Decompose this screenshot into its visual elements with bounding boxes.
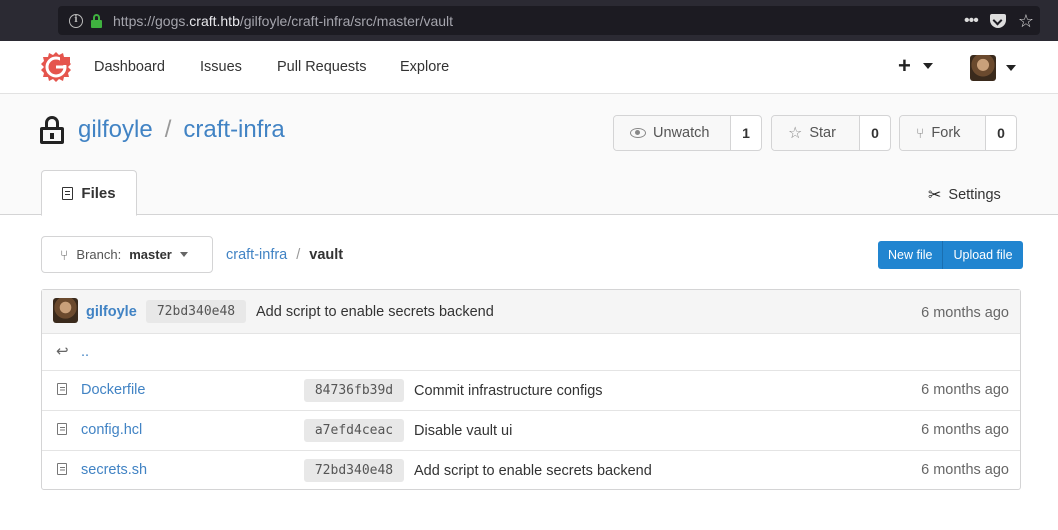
breadcrumb: craft-infra / vault xyxy=(226,247,343,263)
star-icon: ☆ xyxy=(788,125,803,142)
file-name-link[interactable]: secrets.sh xyxy=(81,462,147,478)
top-navbar: Dashboard Issues Pull Requests Explore + xyxy=(0,41,1058,94)
file-table: gilfoyle 72bd340e48 Add script to enable… xyxy=(41,289,1021,490)
page-actions-icon[interactable]: ••• xyxy=(964,12,979,30)
pocket-icon[interactable] xyxy=(989,13,1006,28)
branch-dropdown[interactable]: ⑂ Branch: master xyxy=(41,236,213,273)
tab-settings[interactable]: ✂ Settings xyxy=(928,185,1001,205)
unwatch-label: Unwatch xyxy=(653,125,710,141)
commit-sha-link[interactable]: 72bd340e48 xyxy=(146,300,246,323)
fork-label: Fork xyxy=(931,125,961,141)
repo-owner-link[interactable]: gilfoyle xyxy=(78,116,153,144)
file-name-link[interactable]: Dockerfile xyxy=(81,382,145,398)
commit-sha-link[interactable]: 72bd340e48 xyxy=(304,459,404,482)
tab-settings-label: Settings xyxy=(948,187,1001,203)
create-menu[interactable]: + xyxy=(898,55,933,77)
commit-time: 6 months ago xyxy=(921,462,1009,478)
chevron-down-icon xyxy=(179,252,188,257)
file-icon xyxy=(57,463,67,475)
watch-count[interactable]: 1 xyxy=(731,116,761,150)
table-row: config.hcl a7efd4ceac Disable vault ui 6… xyxy=(42,410,1020,450)
parent-dir-row[interactable]: ↩ .. xyxy=(42,333,1020,370)
reply-icon: ↩ xyxy=(56,343,69,360)
parent-dir-link[interactable]: .. xyxy=(81,344,89,360)
unwatch-button[interactable]: Unwatch xyxy=(614,116,731,150)
nav-dashboard[interactable]: Dashboard xyxy=(94,59,165,75)
commit-message-link[interactable]: Add script to enable secrets backend xyxy=(256,304,494,320)
upload-file-button[interactable]: Upload file xyxy=(943,241,1023,269)
breadcrumb-separator: / xyxy=(296,247,301,263)
file-name-link[interactable]: config.hcl xyxy=(81,422,142,438)
fork-button[interactable]: ⑂ Fork xyxy=(900,116,986,150)
branch-prefix: Branch: xyxy=(76,247,122,262)
info-icon[interactable]: i xyxy=(69,13,83,28)
nav-issues[interactable]: Issues xyxy=(200,59,242,75)
file-text-icon xyxy=(62,186,74,200)
star-button[interactable]: ☆ Star xyxy=(772,116,860,150)
file-icon xyxy=(57,383,67,395)
table-row: Dockerfile 84736fb39d Commit infrastruct… xyxy=(42,370,1020,410)
tab-files-label: Files xyxy=(81,184,116,202)
tab-files[interactable]: Files xyxy=(41,170,137,216)
gogs-logo-icon[interactable] xyxy=(40,51,72,83)
watch-button-group: Unwatch 1 xyxy=(613,115,762,151)
repo-title: gilfoyle / craft-infra xyxy=(78,116,285,144)
fork-count[interactable]: 0 xyxy=(986,116,1016,150)
address-bar[interactable]: i https://gogs.craft.htb/gilfoyle/craft-… xyxy=(58,6,1040,35)
commit-time: 6 months ago xyxy=(921,382,1009,398)
file-icon xyxy=(57,423,67,435)
nav-explore[interactable]: Explore xyxy=(400,59,449,75)
title-separator: / xyxy=(164,116,172,143)
file-actions: New file Upload file xyxy=(878,241,1023,269)
private-lock-icon xyxy=(40,116,64,144)
avatar xyxy=(970,55,996,81)
avatar[interactable] xyxy=(53,298,78,323)
new-file-button[interactable]: New file xyxy=(878,241,944,269)
commit-message-link[interactable]: Commit infrastructure configs xyxy=(414,383,603,399)
browser-toolbar: i https://gogs.craft.htb/gilfoyle/craft-… xyxy=(0,0,1058,41)
table-row: secrets.sh 72bd340e48 Add script to enab… xyxy=(42,450,1020,490)
latest-commit-row: gilfoyle 72bd340e48 Add script to enable… xyxy=(42,290,1020,333)
fork-button-group: ⑂ Fork 0 xyxy=(899,115,1017,151)
repo-name-link[interactable]: craft-infra xyxy=(183,116,284,144)
commit-sha-link[interactable]: 84736fb39d xyxy=(304,379,404,402)
star-label: Star xyxy=(809,125,836,141)
commit-time: 6 months ago xyxy=(921,422,1009,438)
commit-message-link[interactable]: Add script to enable secrets backend xyxy=(414,463,652,479)
eye-icon xyxy=(630,128,646,138)
branch-name: master xyxy=(129,247,172,262)
commit-message-link[interactable]: Disable vault ui xyxy=(414,423,512,439)
chevron-down-icon xyxy=(1006,65,1016,71)
commit-time: 6 months ago xyxy=(921,305,1009,321)
commit-sha-link[interactable]: a7efd4ceac xyxy=(304,419,404,442)
url-text[interactable]: https://gogs.craft.htb/gilfoyle/craft-in… xyxy=(113,13,453,29)
nav-pull-requests[interactable]: Pull Requests xyxy=(277,59,366,75)
user-menu[interactable] xyxy=(970,55,1016,81)
star-button-group: ☆ Star 0 xyxy=(771,115,891,151)
breadcrumb-current: vault xyxy=(309,247,344,263)
plus-icon: + xyxy=(898,53,911,78)
fork-icon: ⑂ xyxy=(916,125,925,141)
breadcrumb-root-link[interactable]: craft-infra xyxy=(226,247,287,263)
star-count[interactable]: 0 xyxy=(860,116,890,150)
secure-lock-icon[interactable] xyxy=(91,13,102,28)
bookmark-star-icon[interactable]: ☆ xyxy=(1018,12,1034,30)
commit-author-link[interactable]: gilfoyle xyxy=(86,304,137,320)
chevron-down-icon xyxy=(922,63,933,69)
branch-icon: ⑂ xyxy=(60,246,69,263)
repo-header: gilfoyle / craft-infra Unwatch 1 ☆ Star … xyxy=(0,94,1058,216)
tools-icon: ✂ xyxy=(928,187,942,204)
